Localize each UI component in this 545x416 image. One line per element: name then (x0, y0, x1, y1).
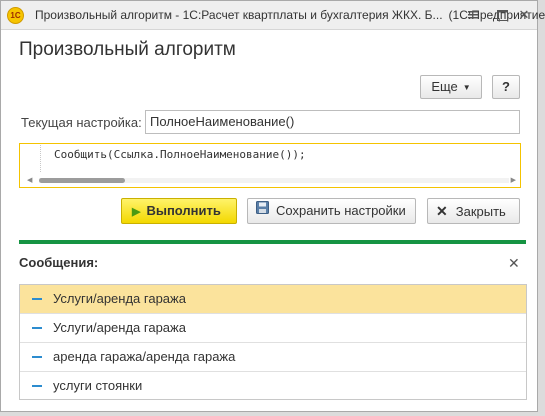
more-button-label: Еще (431, 79, 458, 94)
save-settings-label: Сохранить настройки (276, 203, 406, 218)
scroll-right-icon[interactable]: ▶ (511, 176, 516, 185)
maximize-icon[interactable] (494, 7, 510, 23)
scrollbar-track[interactable] (39, 178, 509, 183)
message-marker-icon (32, 356, 42, 358)
form-title: Произвольный алгоритм (19, 39, 236, 60)
scroll-left-icon[interactable]: ◀ (27, 176, 32, 185)
window-menu-icon[interactable] (465, 7, 481, 23)
current-setting-label: Текущая настройка: (21, 115, 142, 130)
close-button[interactable]: ✕ Закрыть (427, 198, 520, 224)
app-logo-icon: 1С (7, 7, 24, 24)
horizontal-scrollbar[interactable]: ◀ ▶ (21, 175, 519, 186)
algorithm-window: 1С Произвольный алгоритм - 1С:Расчет ква… (0, 0, 545, 412)
messages-title: Сообщения: (19, 255, 99, 270)
title-bar[interactable]: 1С Произвольный алгоритм - 1С:Расчет ква… (1, 1, 545, 30)
list-item[interactable]: Услуги/аренда гаража (20, 285, 526, 314)
help-button[interactable]: ? (492, 75, 520, 99)
message-marker-icon (32, 385, 42, 387)
section-divider (19, 240, 526, 244)
message-text: услуги стоянки (53, 378, 143, 393)
window-title-text: Произвольный алгоритм - 1С:Расчет квартп… (35, 8, 443, 22)
list-item[interactable]: Услуги/аренда гаража (20, 314, 526, 343)
code-line[interactable]: Сообщить(Ссылка.ПолноеНаименование()); (54, 148, 306, 161)
message-text: аренда гаража/аренда гаража (53, 349, 236, 364)
message-text: Услуги/аренда гаража (53, 320, 186, 335)
window-close-icon[interactable]: ✕ (516, 7, 532, 23)
save-icon (256, 198, 269, 222)
scrollbar-thumb[interactable] (39, 178, 125, 183)
messages-close-icon[interactable]: ✕ (508, 255, 520, 272)
current-setting-field[interactable]: ПолноеНаименование() (145, 110, 520, 134)
message-text: Услуги/аренда гаража (53, 291, 186, 306)
chevron-down-icon: ▼ (462, 82, 471, 92)
message-marker-icon (32, 327, 42, 329)
run-button-label: Выполнить (146, 203, 221, 218)
play-icon: ▶ (132, 206, 141, 218)
messages-list: Услуги/аренда гаража Услуги/аренда гараж… (19, 284, 527, 400)
message-marker-icon (32, 298, 42, 300)
run-button[interactable]: ▶ Выполнить (121, 198, 237, 224)
code-editor[interactable]: Сообщить(Ссылка.ПолноеНаименование()); ◀… (19, 143, 521, 188)
more-button[interactable]: Еще ▼ (420, 75, 482, 99)
list-item[interactable]: аренда гаража/аренда гаража (20, 343, 526, 372)
list-item[interactable]: услуги стоянки (20, 372, 526, 401)
close-button-label: Закрыть (455, 204, 506, 219)
save-settings-button[interactable]: Сохранить настройки (247, 198, 416, 224)
close-icon: ✕ (436, 203, 448, 219)
code-gutter (21, 145, 41, 172)
